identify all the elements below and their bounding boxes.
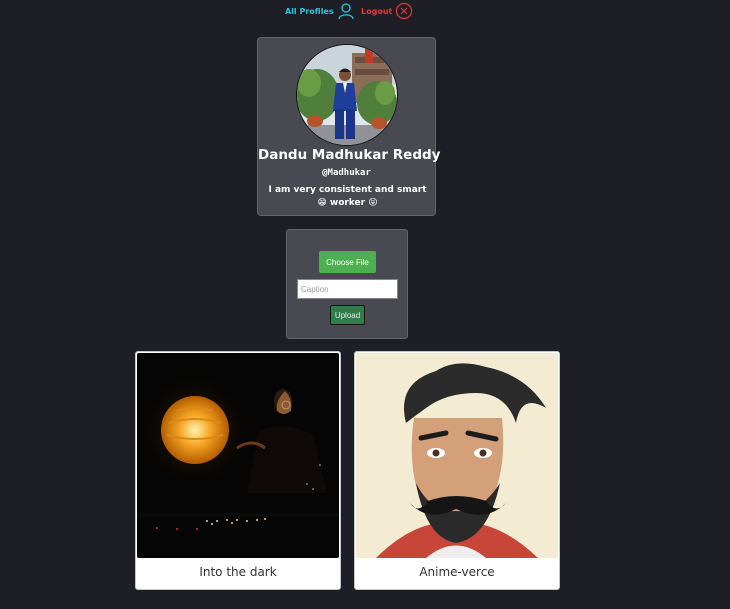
close-circle-icon <box>395 2 413 20</box>
logout-link[interactable]: Logout <box>361 1 413 21</box>
avatar <box>296 44 398 146</box>
user-icon <box>337 2 355 20</box>
caption-input[interactable] <box>297 279 398 299</box>
post-image <box>356 353 558 558</box>
profile-username: @Madhukar <box>322 168 371 178</box>
all-profiles-label: All Profiles <box>285 6 334 16</box>
choose-file-button[interactable]: Choose File <box>319 251 376 273</box>
upload-button[interactable]: Upload <box>330 305 365 325</box>
profile-bio: I am very consistent and smart 😁 worker … <box>268 185 427 208</box>
upload-form: Choose File Upload <box>286 229 408 339</box>
post-card[interactable]: Anime-verce <box>354 351 560 590</box>
post-image <box>137 353 339 558</box>
profile-card: Dandu Madhukar Reddy @Madhukar I am very… <box>257 37 441 216</box>
all-profiles-link[interactable]: All Profiles <box>285 1 355 21</box>
profile-name: Dandu Madhukar Reddy <box>258 147 441 163</box>
post-card[interactable]: Into the dark <box>135 351 341 590</box>
top-nav: All Profiles Logout <box>0 1 730 21</box>
post-caption: Into the dark <box>199 565 277 579</box>
logout-label: Logout <box>361 6 393 16</box>
post-caption: Anime-verce <box>419 565 495 579</box>
